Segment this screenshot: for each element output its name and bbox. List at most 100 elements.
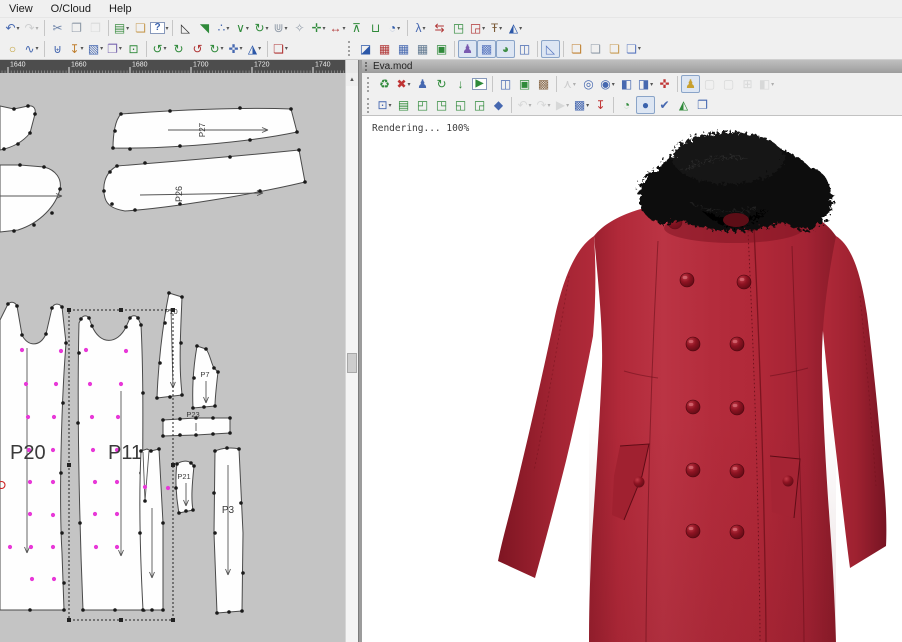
internal-pin-point[interactable] bbox=[28, 512, 32, 516]
vertex-point[interactable] bbox=[178, 417, 182, 421]
vertex-point[interactable] bbox=[44, 332, 48, 336]
render-photo-icon[interactable]: ▤ bbox=[394, 96, 413, 114]
vertex-point[interactable] bbox=[26, 104, 30, 108]
dropdown-arrow-icon[interactable]: ▾ bbox=[389, 102, 392, 109]
selection-handle[interactable] bbox=[67, 618, 71, 622]
vertex-point[interactable] bbox=[227, 610, 231, 614]
fabric-pattern-icon[interactable]: ▩▾ bbox=[572, 96, 591, 114]
sim-undo-icon[interactable]: ↶▾ bbox=[515, 96, 534, 114]
vertex-point[interactable] bbox=[225, 446, 229, 450]
add-point-icon[interactable]: ✛▾ bbox=[309, 19, 328, 37]
vertex-point[interactable] bbox=[228, 416, 232, 420]
vertex-point[interactable] bbox=[175, 462, 179, 466]
export-piece-icon[interactable]: ❏▾ bbox=[271, 40, 290, 58]
vertex-point[interactable] bbox=[248, 138, 252, 142]
internal-pin-point[interactable] bbox=[52, 577, 56, 581]
vertex-point[interactable] bbox=[110, 202, 114, 206]
toolbar-grip[interactable] bbox=[367, 77, 371, 92]
vertex-point[interactable] bbox=[184, 509, 188, 513]
spec-table-icon[interactable]: ▦ bbox=[375, 40, 394, 58]
dropdown-arrow-icon[interactable]: ▾ bbox=[529, 102, 532, 109]
document-title-bar[interactable]: Eva.mod bbox=[362, 60, 902, 73]
internal-pin-point[interactable] bbox=[51, 480, 55, 484]
rotate-left-icon[interactable]: ↺ bbox=[188, 40, 207, 58]
vertex-point[interactable] bbox=[216, 370, 220, 374]
dropdown-arrow-icon[interactable]: ▾ bbox=[771, 81, 774, 88]
vertex-point[interactable] bbox=[192, 464, 196, 468]
measure-table-icon[interactable]: ▦ bbox=[413, 40, 432, 58]
vertex-point[interactable] bbox=[161, 521, 165, 525]
vertex-point[interactable] bbox=[149, 449, 153, 453]
vertex-point[interactable] bbox=[12, 229, 16, 233]
dropdown-arrow-icon[interactable]: ▾ bbox=[499, 25, 502, 32]
internal-pin-point[interactable] bbox=[115, 480, 119, 484]
vertex-point[interactable] bbox=[113, 608, 117, 612]
vertex-point[interactable] bbox=[28, 131, 32, 135]
vertex-point[interactable] bbox=[18, 163, 22, 167]
vertex-point[interactable] bbox=[113, 129, 117, 133]
dropdown-arrow-icon[interactable]: ▾ bbox=[246, 25, 249, 32]
vertex-point[interactable] bbox=[228, 155, 232, 159]
vertex-point[interactable] bbox=[61, 401, 65, 405]
seam-tool-icon[interactable]: ✧ bbox=[290, 19, 309, 37]
selection-handle[interactable] bbox=[119, 618, 123, 622]
vertex-point[interactable] bbox=[6, 302, 10, 306]
internal-pin-point[interactable] bbox=[26, 415, 30, 419]
vertex-point[interactable] bbox=[79, 317, 83, 321]
internal-pin-point[interactable] bbox=[119, 382, 123, 386]
dropdown-arrow-icon[interactable]: ▾ bbox=[612, 81, 615, 88]
pleat-tool-icon[interactable]: ⋓▾ bbox=[271, 19, 290, 37]
vertex-point[interactable] bbox=[161, 434, 165, 438]
vertex-point[interactable] bbox=[195, 344, 199, 348]
internal-pin-point[interactable] bbox=[24, 382, 28, 386]
vertex-point[interactable] bbox=[213, 531, 217, 535]
internal-pin-point[interactable] bbox=[84, 348, 88, 352]
vertex-point[interactable] bbox=[141, 391, 145, 395]
environment-icon[interactable]: ◭ bbox=[674, 96, 693, 114]
vertex-point[interactable] bbox=[50, 211, 54, 215]
pin-tool-icon[interactable]: ↧▾ bbox=[67, 40, 86, 58]
dropdown-arrow-icon[interactable]: ▾ bbox=[17, 25, 20, 32]
dropdown-arrow-icon[interactable]: ▾ bbox=[638, 45, 641, 52]
sphere-view-icon[interactable]: ● bbox=[636, 96, 655, 114]
vertex-point[interactable] bbox=[161, 418, 165, 422]
render-viewport[interactable]: Rendering... 100% bbox=[362, 116, 902, 642]
dropdown-arrow-icon[interactable]: ▾ bbox=[119, 45, 122, 52]
vertex-point[interactable] bbox=[213, 449, 217, 453]
pattern-piece-P21[interactable]: P21 bbox=[174, 461, 196, 515]
pose-library-icon[interactable]: ♟ bbox=[681, 75, 700, 93]
vertex-point[interactable] bbox=[143, 161, 147, 165]
dropdown-arrow-icon[interactable]: ▾ bbox=[566, 102, 569, 109]
undo-icon[interactable]: ↶▾ bbox=[3, 19, 22, 37]
internal-pin-point[interactable] bbox=[30, 577, 34, 581]
vertex-point[interactable] bbox=[136, 316, 140, 320]
duplicate-icon[interactable]: ❐▾ bbox=[105, 40, 124, 58]
piece-outline-icon[interactable]: ❏▾ bbox=[624, 40, 643, 58]
view-right-icon[interactable]: ◲ bbox=[470, 96, 489, 114]
image-export-icon[interactable]: ▧▾ bbox=[86, 40, 105, 58]
pattern-piece-P20[interactable]: P20 bbox=[0, 302, 68, 612]
dropdown-arrow-icon[interactable]: ▾ bbox=[342, 25, 345, 32]
vertex-point[interactable] bbox=[59, 471, 63, 475]
internal-pin-point[interactable] bbox=[54, 382, 58, 386]
dropdown-arrow-icon[interactable]: ▾ bbox=[100, 45, 103, 52]
vertex-point[interactable] bbox=[128, 147, 132, 151]
vertex-point[interactable] bbox=[289, 107, 293, 111]
internal-pin-point[interactable] bbox=[94, 545, 98, 549]
internal-pin-point[interactable] bbox=[51, 448, 55, 452]
vertex-point[interactable] bbox=[133, 208, 137, 212]
view-front-icon[interactable]: ◰ bbox=[413, 96, 432, 114]
vertex-point[interactable] bbox=[211, 416, 215, 420]
point-tool-icon[interactable]: ∴▾ bbox=[214, 19, 233, 37]
screen-sync-icon[interactable]: ◧ bbox=[617, 75, 636, 93]
fabric-tool-icon[interactable]: ◳ bbox=[449, 19, 468, 37]
measure-icon[interactable]: ↔▾ bbox=[328, 19, 347, 37]
view-quad-icon[interactable]: ⊞ bbox=[738, 75, 757, 93]
vertex-point[interactable] bbox=[12, 107, 16, 111]
vertex-point[interactable] bbox=[168, 395, 172, 399]
vertex-point[interactable] bbox=[32, 223, 36, 227]
dropdown-arrow-icon[interactable]: ▾ bbox=[548, 102, 551, 109]
vertex-point[interactable] bbox=[102, 189, 106, 193]
copy-icon[interactable]: ❐ bbox=[67, 19, 86, 37]
internal-pin-point[interactable] bbox=[20, 348, 24, 352]
